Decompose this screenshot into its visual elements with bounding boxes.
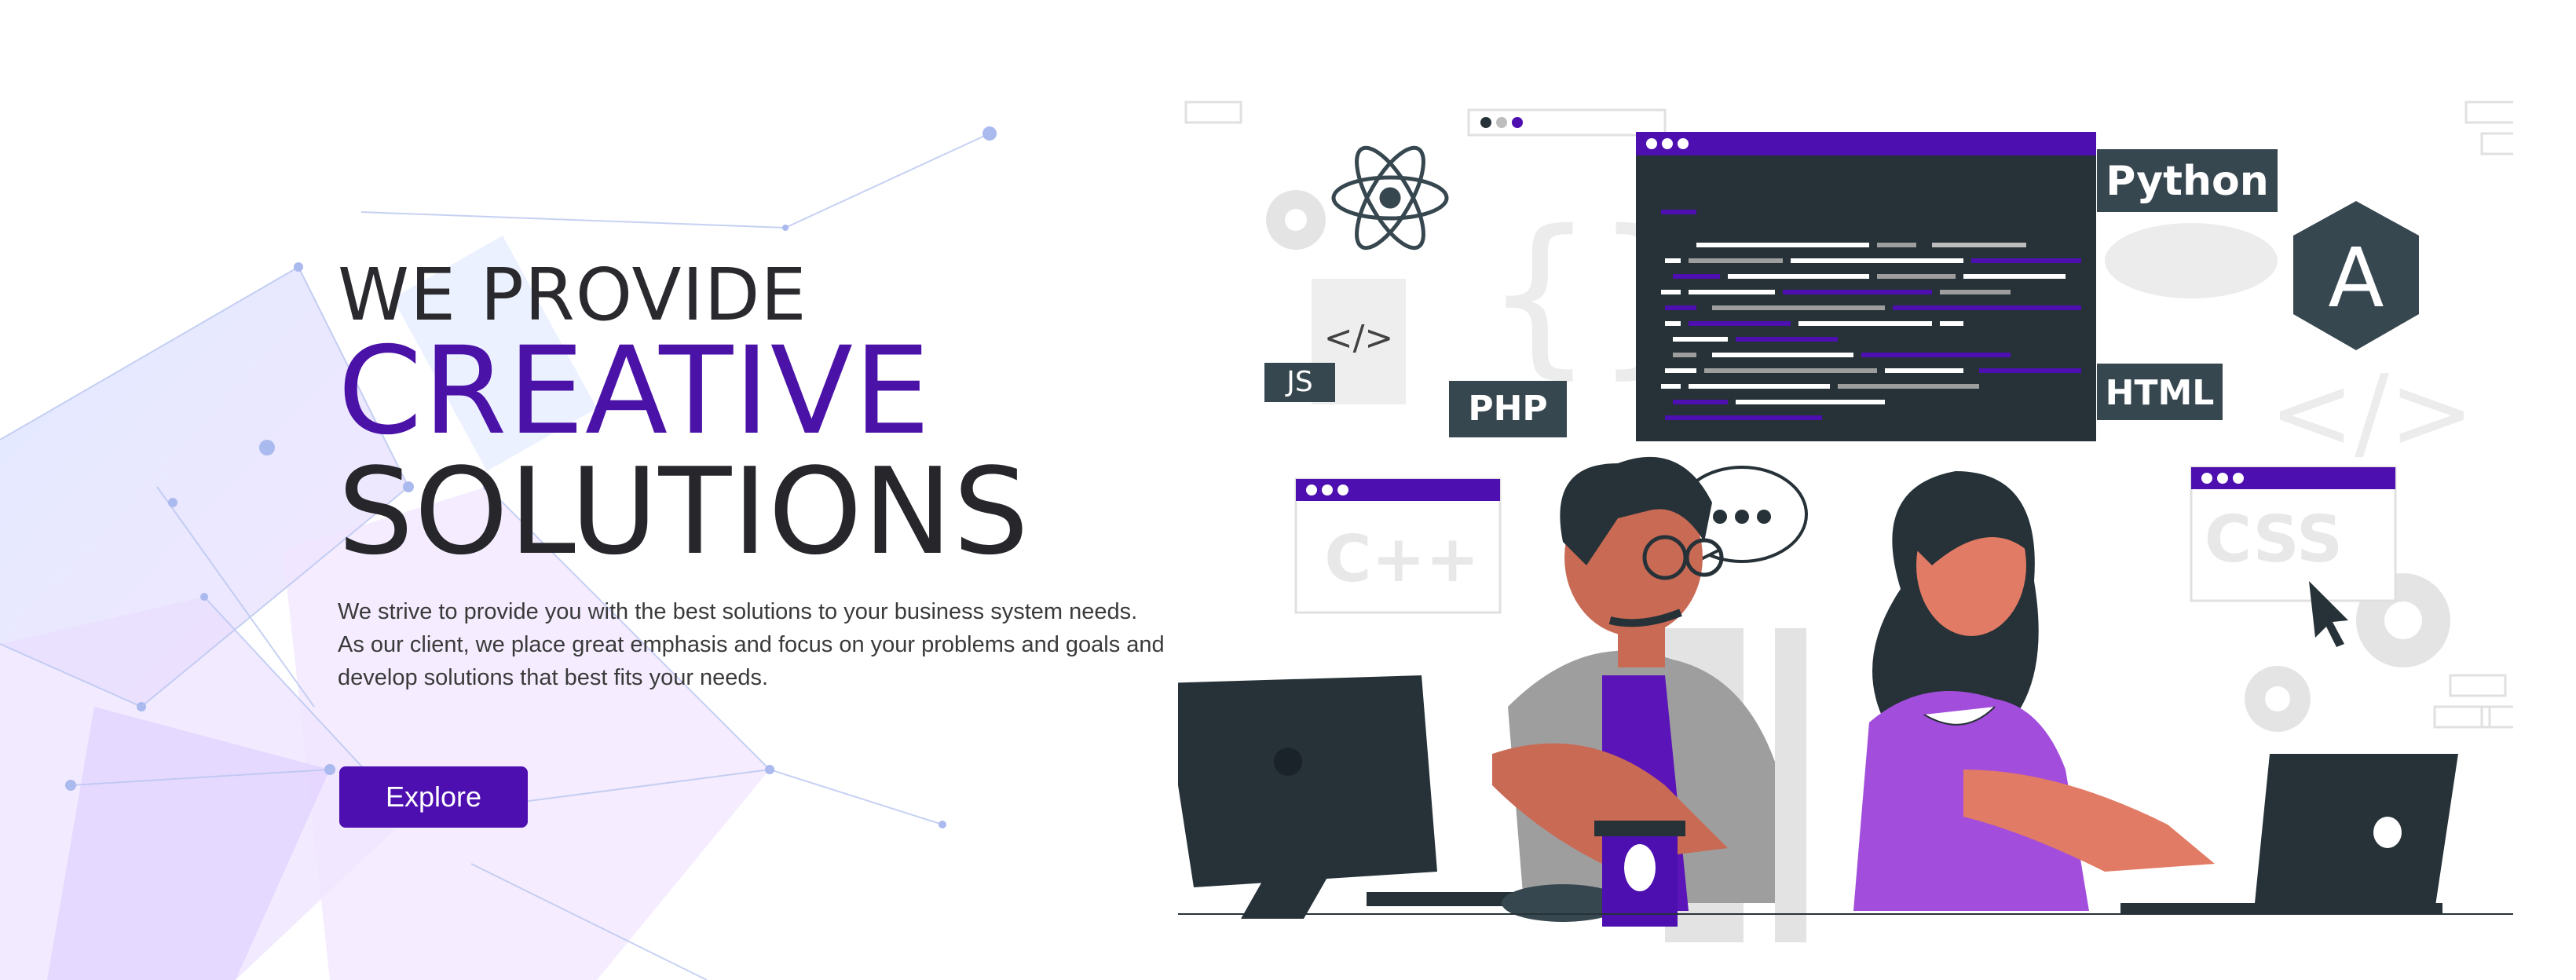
window-dots-top: [1480, 117, 1523, 128]
woman-developer: [1853, 471, 2215, 911]
hero-heading-line3: SOLUTIONS: [338, 442, 1030, 581]
description-line: develop solutions that best fits your ne…: [338, 665, 769, 690]
cpp-window: C++: [1294, 477, 1502, 614]
description-line: As our client, we place great emphasis a…: [338, 632, 1165, 657]
description-line: We strive to provide you with the best s…: [338, 599, 1138, 624]
chair: [1775, 628, 1806, 942]
svg-text:C++: C++: [1324, 522, 1480, 597]
hero-heading-line2: CREATIVE: [338, 321, 931, 462]
explore-button[interactable]: Explore: [339, 766, 528, 828]
svg-text:JS: JS: [1285, 366, 1312, 398]
keyboard: [1367, 892, 1516, 906]
code-editor-window: [1636, 132, 2096, 441]
html-tag: HTML: [2097, 364, 2223, 420]
svg-text:HTML: HTML: [2106, 373, 2215, 413]
coffee-cup-icon: [1594, 821, 1685, 927]
svg-text:PHP: PHP: [1468, 389, 1547, 429]
css-window: CSS: [2190, 466, 2397, 602]
php-tag: PHP: [1449, 381, 1567, 437]
code-brackets-icon: </>: [2269, 353, 2475, 472]
svg-text:Python: Python: [2106, 158, 2269, 205]
hero-description: We strive to provide you with the best s…: [338, 595, 1170, 694]
svg-text:CSS: CSS: [2205, 503, 2343, 577]
svg-text:A: A: [2328, 230, 2384, 326]
js-tag: JS: [1264, 363, 1335, 402]
developers-illustration: {} </> JS PHP Python A HTML </> C++ CSS: [1178, 101, 2513, 942]
svg-text:</>: </>: [1324, 318, 1394, 358]
hero-section: WE PROVIDE CREATIVE SOLUTIONS We strive …: [338, 259, 1186, 694]
python-tag: Python: [2097, 149, 2278, 298]
react-atom-icon: [1331, 145, 1449, 250]
gear-icon: [1266, 190, 1326, 250]
angular-logo-icon: A: [2293, 201, 2419, 350]
desktop-monitor: [1178, 675, 1437, 919]
